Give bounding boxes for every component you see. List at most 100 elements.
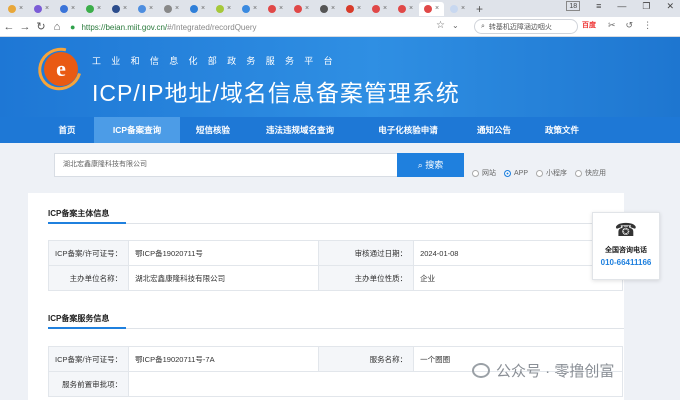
radio-label: 快应用 — [585, 170, 607, 177]
browser-tab[interactable]: × — [185, 2, 210, 16]
browser-tab[interactable]: × — [107, 2, 132, 16]
tab-close-icon[interactable]: × — [175, 5, 179, 12]
nav-sms-verify[interactable]: 短信核验 — [180, 117, 246, 143]
scissors-icon[interactable]: ✂ — [608, 20, 616, 31]
heading-underline — [48, 327, 126, 329]
chevron-down-icon[interactable]: ⌄ — [452, 21, 459, 30]
query-bar: 湖北宏鑫康隆科技有限公司 ⌕ 搜索 网站 APP 小程序 快应用 — [0, 143, 680, 188]
tab-close-icon[interactable]: × — [149, 5, 153, 12]
browser-tab-bar: × × × × × × × × × × × × × × × × × × + 18… — [0, 0, 680, 17]
browser-tab[interactable]: × — [341, 2, 366, 16]
bookmark-star-icon[interactable]: ☆ — [436, 20, 445, 31]
nav-notices[interactable]: 通知公告 — [462, 117, 526, 143]
radio-label: 网站 — [482, 170, 496, 177]
tab-close-icon[interactable]: × — [19, 5, 23, 12]
tab-close-icon[interactable]: × — [383, 5, 387, 12]
url-field[interactable]: ● https://beian.miit.gov.cn/#/Integrated… — [70, 19, 440, 35]
page-title: ICP/IP地址/域名信息备案管理系统 — [92, 80, 460, 106]
table-value: 鄂ICP备19020711号 — [128, 240, 320, 266]
tab-close-icon[interactable]: × — [45, 5, 49, 12]
nav-home[interactable]: 首页 — [40, 117, 94, 143]
browser-tab[interactable]: × — [159, 2, 184, 16]
favicon-icon — [215, 4, 224, 13]
window-count-badge[interactable]: 18 — [566, 1, 581, 11]
maximize-icon[interactable]: ❐ — [642, 1, 650, 12]
nav-policy[interactable]: 政策文件 — [526, 117, 598, 143]
browser-tab[interactable]: × — [81, 2, 106, 16]
search-engine-badge[interactable]: 百度 — [582, 20, 596, 30]
browser-tab-active[interactable]: × — [419, 1, 444, 16]
search-button[interactable]: ⌕ 搜索 — [397, 153, 464, 177]
forward-icon[interactable]: → — [18, 21, 32, 33]
browser-tab[interactable]: × — [3, 2, 28, 16]
service-heading: ICP备案服务信息 — [48, 314, 110, 323]
radio-miniprogram[interactable]: 小程序 — [536, 168, 567, 178]
query-input[interactable]: 湖北宏鑫康隆科技有限公司 — [54, 153, 398, 177]
reload-icon[interactable]: ↻ — [34, 20, 48, 33]
more-icon[interactable]: ⋮ — [643, 20, 652, 31]
radio-quickapp[interactable]: 快应用 — [575, 168, 606, 178]
tab-close-icon[interactable]: × — [123, 5, 127, 12]
tab-close-icon[interactable]: × — [97, 5, 101, 12]
browser-tab[interactable]: × — [29, 2, 54, 16]
browser-tab[interactable]: × — [289, 2, 314, 16]
tab-close-icon[interactable]: × — [435, 5, 439, 12]
tab-close-icon[interactable]: × — [409, 5, 413, 12]
refresh-icon[interactable]: ↺ — [626, 20, 634, 31]
favicon-icon — [423, 4, 432, 13]
secure-shield-icon: ● — [70, 22, 76, 32]
new-tab-button[interactable]: + — [476, 2, 483, 16]
phone-icon: ☎ — [614, 220, 638, 240]
nav-illegal-domain[interactable]: 违法违规域名查询 — [246, 117, 354, 143]
header-subtitle: 工业和信息化部政务服务平台 — [92, 56, 343, 66]
browser-tab[interactable]: × — [55, 2, 80, 16]
menu-icon[interactable]: ≡ — [596, 1, 601, 12]
favicon-icon — [85, 4, 94, 13]
radio-app[interactable]: APP — [504, 168, 528, 178]
url-host: https://beian.miit.gov.cn/ — [81, 22, 168, 32]
site-logo[interactable]: e — [44, 52, 78, 86]
favicon-icon — [137, 4, 146, 13]
nav-icp-query[interactable]: ICP备案查询 — [94, 117, 180, 143]
nav-e-verify[interactable]: 电子化核验申请 — [354, 117, 462, 143]
favicon-icon — [241, 4, 250, 13]
browser-tab[interactable]: × — [237, 2, 262, 16]
logo-letter: e — [56, 56, 66, 81]
divider — [48, 328, 624, 329]
subject-table: ICP备案/许可证号： 鄂ICP备19020711号 审核通过日期： 2024-… — [47, 240, 623, 291]
site-header: e 工业和信息化部政务服务平台 ICP/IP地址/域名信息备案管理系统 — [0, 37, 680, 117]
browser-tab[interactable]: × — [133, 2, 158, 16]
hotline-number: 010-66411166 — [600, 258, 652, 267]
browser-tab[interactable]: × — [315, 2, 340, 16]
table-key: 主办单位名称： — [47, 265, 130, 291]
minimize-icon[interactable]: — — [617, 1, 626, 12]
radio-circle — [575, 169, 583, 177]
home-icon[interactable]: ⌂ — [50, 21, 64, 33]
browser-tab[interactable]: × — [393, 2, 418, 16]
favicon-icon — [163, 4, 172, 13]
tab-close-icon[interactable]: × — [357, 5, 361, 12]
browser-search-box[interactable]: ⌕ 转基机迈障涵边咽火 — [474, 19, 578, 34]
browser-tab[interactable]: × — [367, 2, 392, 16]
favicon-icon — [345, 4, 354, 13]
back-icon[interactable]: ← — [2, 21, 16, 33]
browser-tab[interactable]: × — [211, 2, 236, 16]
close-window-icon[interactable]: ✕ — [666, 1, 674, 12]
radio-circle — [472, 169, 479, 177]
radio-website[interactable]: 网站 — [472, 168, 496, 178]
tab-close-icon[interactable]: × — [227, 5, 231, 12]
hotline-widget[interactable]: ☎ 全国咨询电话 010-66411166 — [592, 212, 660, 280]
browser-tab[interactable]: × — [445, 2, 470, 16]
tab-close-icon[interactable]: × — [331, 5, 335, 12]
tab-close-icon[interactable]: × — [201, 5, 205, 12]
browser-tab[interactable]: × — [263, 2, 288, 16]
favicon-icon — [189, 4, 198, 13]
tab-close-icon[interactable]: × — [461, 5, 465, 12]
tab-close-icon[interactable]: × — [305, 5, 309, 12]
table-row: 主办单位名称： 湖北宏鑫康隆科技有限公司 主办单位性质： 企业 — [47, 265, 623, 291]
tab-close-icon[interactable]: × — [279, 5, 283, 12]
table-value: 鄂ICP备19020711号-7A — [128, 346, 320, 372]
favicon-icon — [111, 4, 120, 13]
tab-close-icon[interactable]: × — [253, 5, 257, 12]
tab-close-icon[interactable]: × — [71, 5, 75, 12]
